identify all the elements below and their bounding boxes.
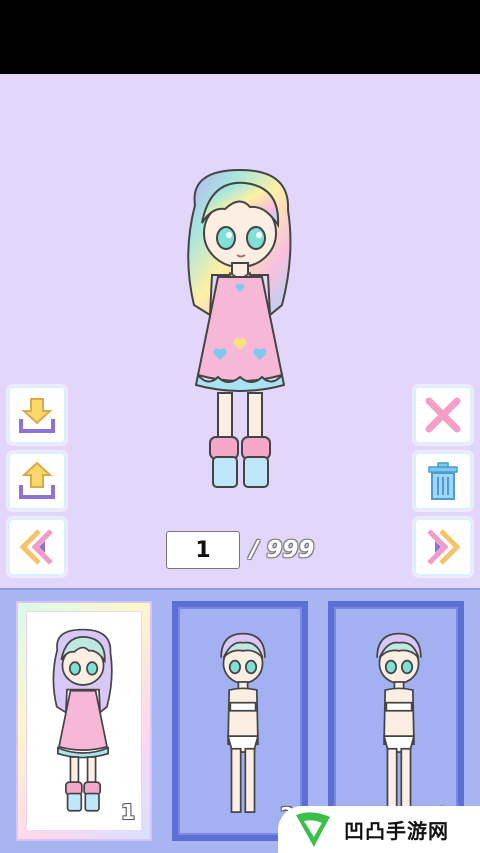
status-bar	[0, 0, 480, 74]
page-number-input[interactable]: 1	[166, 531, 240, 569]
slot-character-thumbnail	[220, 632, 266, 813]
save-button[interactable]	[10, 388, 64, 442]
watermark-logo-icon	[296, 811, 330, 847]
slot-character-thumbnail	[376, 632, 422, 813]
upload-tray-icon	[19, 461, 55, 499]
next-button[interactable]	[416, 520, 470, 574]
double-chevron-right-icon	[427, 529, 461, 565]
load-button[interactable]	[10, 454, 64, 508]
previous-button[interactable]	[10, 520, 64, 574]
remove-item-button[interactable]	[416, 388, 470, 442]
slot-number: 1	[121, 800, 135, 824]
save-slot-2[interactable]: 2	[172, 601, 308, 841]
trash-can-icon	[428, 462, 458, 500]
save-slot-3[interactable]: 3	[328, 601, 464, 841]
character-preview[interactable]	[170, 165, 310, 495]
watermark: 凹凸手游网	[278, 806, 480, 853]
slot-character-thumbnail	[52, 628, 113, 812]
page-counter: 1 / 999	[166, 531, 314, 569]
delete-button[interactable]	[416, 454, 470, 508]
save-slot-1[interactable]: 1	[16, 601, 152, 841]
page-total: / 999	[250, 537, 315, 563]
double-chevron-left-icon	[19, 529, 53, 565]
close-x-icon	[425, 397, 461, 433]
download-tray-icon	[19, 398, 55, 433]
watermark-text: 凹凸手游网	[344, 819, 449, 843]
